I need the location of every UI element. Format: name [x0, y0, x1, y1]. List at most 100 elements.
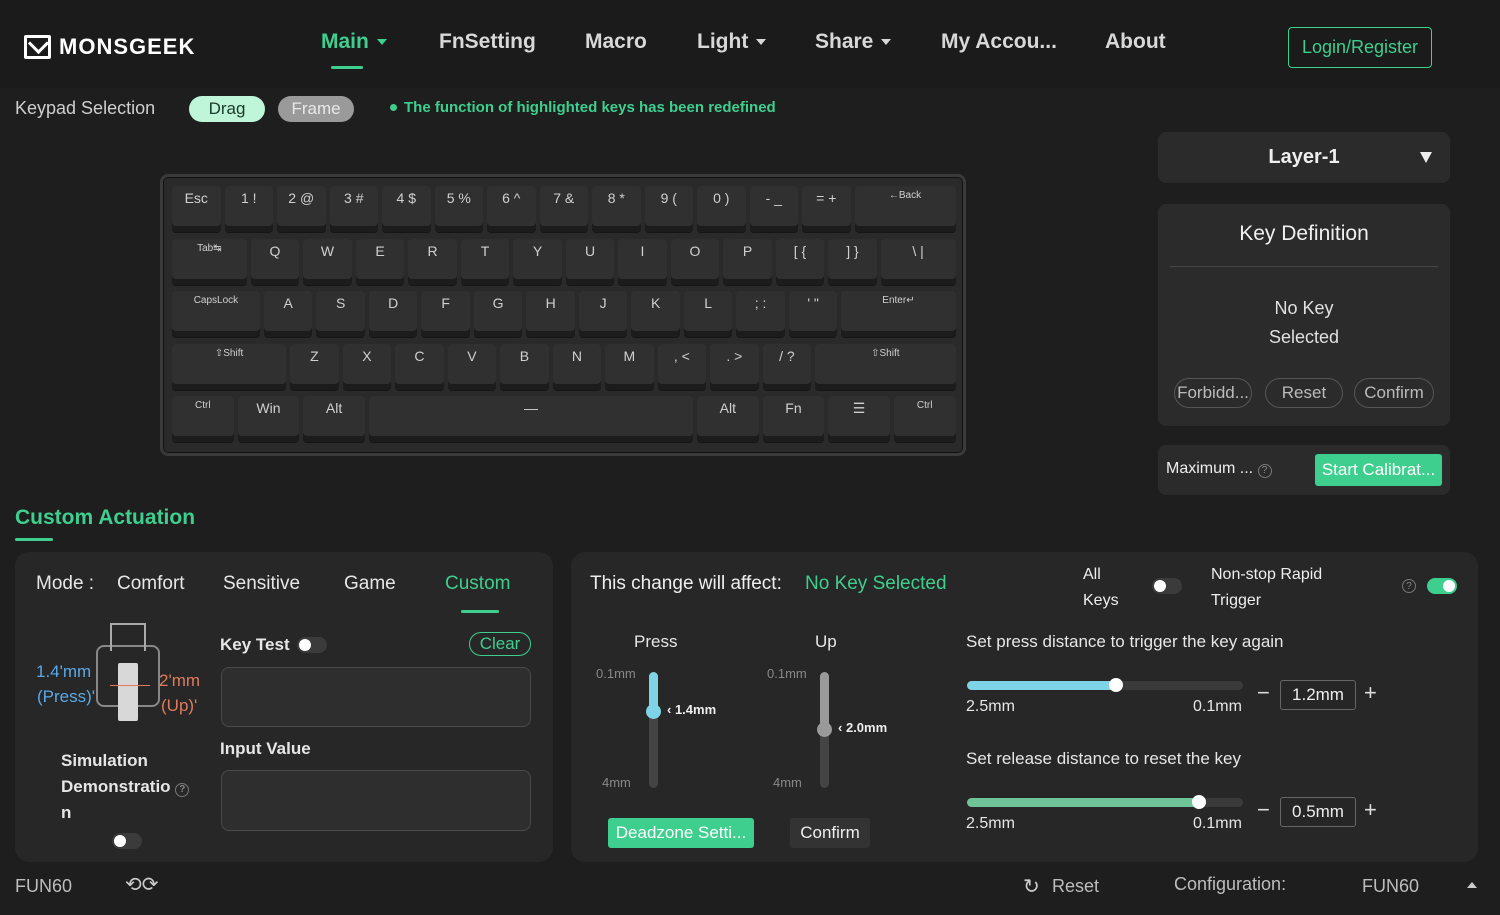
- press-slider[interactable]: [646, 672, 661, 788]
- key-1-11[interactable]: [ {: [775, 238, 825, 285]
- nav-macro[interactable]: Macro: [585, 30, 647, 54]
- layer-select[interactable]: Layer-1: [1158, 132, 1450, 183]
- key-2-12[interactable]: Enter↵: [841, 291, 956, 337]
- key-0-2[interactable]: 2 @: [277, 186, 326, 232]
- key-0-1[interactable]: 1 !: [224, 186, 273, 232]
- press-slider-handle[interactable]: [646, 703, 661, 719]
- rapid-press-slider[interactable]: [967, 678, 1243, 692]
- key-3-3[interactable]: C: [395, 343, 444, 390]
- key-2-2[interactable]: S: [316, 291, 365, 337]
- key-0-3[interactable]: 3 #: [329, 186, 378, 232]
- start-calibration-button[interactable]: Start Calibrat...: [1315, 454, 1442, 486]
- key-0-10[interactable]: 0 ): [697, 186, 746, 232]
- key-1-2[interactable]: W: [303, 238, 352, 285]
- confirm-key-button[interactable]: Confirm: [1354, 378, 1434, 408]
- key-2-11[interactable]: ' ": [788, 291, 838, 337]
- key-0-0[interactable]: Esc: [172, 186, 221, 232]
- key-2-10[interactable]: ; :: [736, 291, 785, 337]
- key-0-12[interactable]: = +: [802, 186, 851, 232]
- key-3-1[interactable]: Z: [290, 343, 339, 390]
- key-3-4[interactable]: V: [447, 343, 497, 390]
- simulation-toggle[interactable]: [112, 833, 142, 849]
- nav-light[interactable]: Light: [697, 30, 767, 54]
- key-2-9[interactable]: L: [683, 291, 733, 337]
- key-1-6[interactable]: Y: [513, 238, 562, 285]
- nav-main[interactable]: Main: [321, 30, 387, 54]
- caret-up-icon[interactable]: [1467, 882, 1477, 888]
- key-0-11[interactable]: - _: [749, 186, 798, 232]
- key-3-5[interactable]: B: [500, 343, 549, 390]
- key-3-0[interactable]: ⇧Shift: [172, 343, 287, 390]
- up-slider-handle[interactable]: [817, 721, 832, 737]
- reset-key-button[interactable]: Reset: [1265, 378, 1343, 408]
- key-4-1[interactable]: Win: [237, 396, 300, 442]
- mode-tab-comfort[interactable]: Comfort: [117, 573, 185, 595]
- rapid-release-value-input[interactable]: 0.5mm: [1280, 797, 1356, 827]
- key-2-4[interactable]: F: [421, 291, 470, 337]
- up-slider[interactable]: [817, 672, 832, 788]
- key-0-13[interactable]: ←Back: [854, 186, 956, 232]
- key-1-13[interactable]: \ |: [880, 238, 956, 285]
- key-0-9[interactable]: 9 (: [644, 186, 693, 232]
- rapid-release-handle[interactable]: [1191, 795, 1206, 809]
- key-0-4[interactable]: 4 $: [382, 186, 431, 232]
- key-3-10[interactable]: / ?: [762, 343, 812, 390]
- configuration-value[interactable]: FUN60: [1362, 876, 1419, 897]
- forbid-button[interactable]: Forbidd...: [1174, 378, 1252, 408]
- key-4-3[interactable]: —: [368, 396, 693, 442]
- key-1-5[interactable]: T: [460, 238, 510, 285]
- key-3-9[interactable]: . >: [710, 343, 759, 390]
- mode-tab-sensitive[interactable]: Sensitive: [223, 573, 300, 595]
- nav-share[interactable]: Share: [815, 30, 892, 54]
- nav-about[interactable]: About: [1105, 30, 1166, 54]
- key-1-12[interactable]: ] }: [828, 238, 877, 285]
- key-2-6[interactable]: H: [526, 291, 575, 337]
- mode-tab-custom[interactable]: Custom: [445, 573, 510, 595]
- drag-mode-button[interactable]: Drag: [189, 96, 265, 122]
- key-0-5[interactable]: 5 %: [434, 186, 483, 232]
- rapid-press-handle[interactable]: [1109, 678, 1124, 692]
- key-3-11[interactable]: ⇧Shift: [815, 343, 956, 390]
- key-1-7[interactable]: U: [565, 238, 615, 285]
- key-3-8[interactable]: , <: [657, 343, 707, 390]
- clear-button[interactable]: Clear: [469, 632, 531, 656]
- login-register-button[interactable]: Login/Register: [1288, 27, 1432, 68]
- key-4-6[interactable]: ☰: [828, 396, 890, 442]
- input-value-area[interactable]: [221, 770, 531, 831]
- key-test-toggle[interactable]: [297, 637, 327, 653]
- key-3-2[interactable]: X: [342, 343, 392, 390]
- key-1-1[interactable]: Q: [250, 238, 300, 285]
- help-icon[interactable]: ?: [1257, 463, 1272, 478]
- minus-icon[interactable]: −: [1257, 680, 1270, 706]
- key-4-0[interactable]: Ctrl: [172, 396, 234, 442]
- key-4-7[interactable]: Ctrl: [893, 396, 956, 442]
- rapid-release-slider[interactable]: [967, 795, 1243, 809]
- key-test-area[interactable]: [221, 667, 531, 727]
- key-4-4[interactable]: Alt: [697, 396, 759, 442]
- rapid-press-value-input[interactable]: 1.2mm: [1280, 680, 1356, 710]
- key-2-3[interactable]: D: [368, 291, 418, 337]
- key-1-0[interactable]: Tab↹: [172, 238, 247, 285]
- brand-logo[interactable]: MONSGEEK: [24, 34, 195, 60]
- key-2-0[interactable]: CapsLock: [172, 291, 260, 337]
- key-3-6[interactable]: N: [552, 343, 602, 390]
- key-2-5[interactable]: G: [473, 291, 523, 337]
- footer-reset-button[interactable]: Reset: [1052, 876, 1099, 897]
- mode-tab-game[interactable]: Game: [344, 573, 396, 595]
- help-icon[interactable]: ?: [175, 783, 190, 797]
- key-2-1[interactable]: A: [263, 291, 313, 337]
- all-keys-toggle[interactable]: [1152, 578, 1182, 594]
- key-2-7[interactable]: J: [578, 291, 628, 337]
- frame-mode-button[interactable]: Frame: [278, 96, 354, 122]
- plus-icon[interactable]: +: [1364, 680, 1377, 706]
- plus-icon[interactable]: +: [1364, 797, 1377, 823]
- key-1-10[interactable]: P: [723, 238, 772, 285]
- key-1-4[interactable]: R: [408, 238, 457, 285]
- key-1-3[interactable]: E: [355, 238, 405, 285]
- key-4-5[interactable]: Fn: [762, 396, 825, 442]
- key-3-7[interactable]: M: [605, 343, 654, 390]
- deadzone-settings-button[interactable]: Deadzone Setti...: [608, 818, 754, 848]
- nav-fnsetting[interactable]: FnSetting: [439, 30, 536, 54]
- key-2-8[interactable]: K: [631, 291, 680, 337]
- key-0-8[interactable]: 8 *: [592, 186, 641, 232]
